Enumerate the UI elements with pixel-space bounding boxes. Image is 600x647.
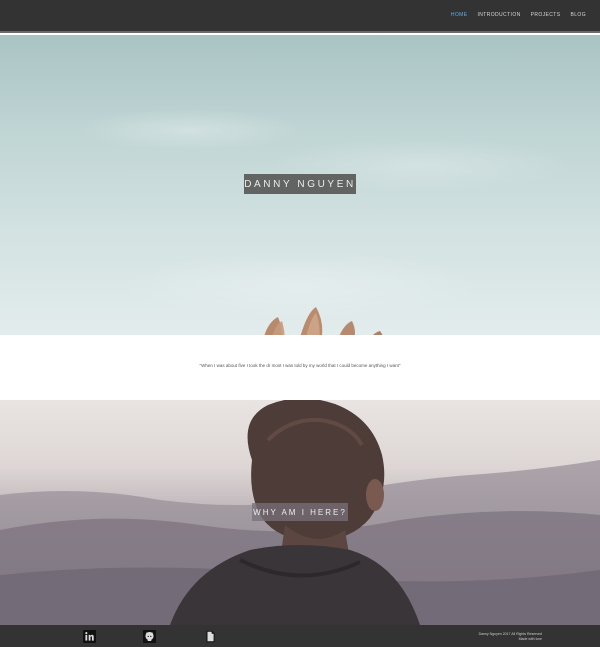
linkedin-icon[interactable] (83, 630, 96, 643)
quote-section: "When I was about five I took the dr mos… (0, 335, 600, 400)
flower-petals-image (264, 307, 383, 335)
nav-introduction-link[interactable]: Introduction (477, 12, 520, 18)
navbar: Home Introduction Projects Blog (0, 0, 600, 33)
nav-projects-link[interactable]: Projects (531, 12, 561, 18)
why-section: Why am I here? (0, 400, 600, 625)
hero-name: Danny Nguyen (244, 178, 356, 190)
nav-links: Home Introduction Projects Blog (451, 12, 586, 18)
hero-section: Danny Nguyen (0, 35, 600, 335)
footer-copyright: Danny Nguyen 2017 All Rights Reserved Ma… (479, 632, 542, 641)
copyright-line-1: Danny Nguyen 2017 All Rights Reserved (478, 632, 542, 636)
copyright-line-2: Made with love (518, 636, 542, 641)
github-icon[interactable] (143, 630, 156, 643)
why-heading-banner: Why am I here? (252, 503, 348, 521)
name-banner: Danny Nguyen (244, 174, 356, 194)
nav-blog-link[interactable]: Blog (571, 12, 587, 18)
nav-home-link[interactable]: Home (451, 12, 468, 18)
footer: Danny Nguyen 2017 All Rights Reserved Ma… (0, 625, 600, 647)
document-icon[interactable] (204, 630, 217, 643)
why-heading: Why am I here? (253, 507, 347, 517)
quote-text: "When I was about five I took the dr mos… (199, 363, 401, 368)
